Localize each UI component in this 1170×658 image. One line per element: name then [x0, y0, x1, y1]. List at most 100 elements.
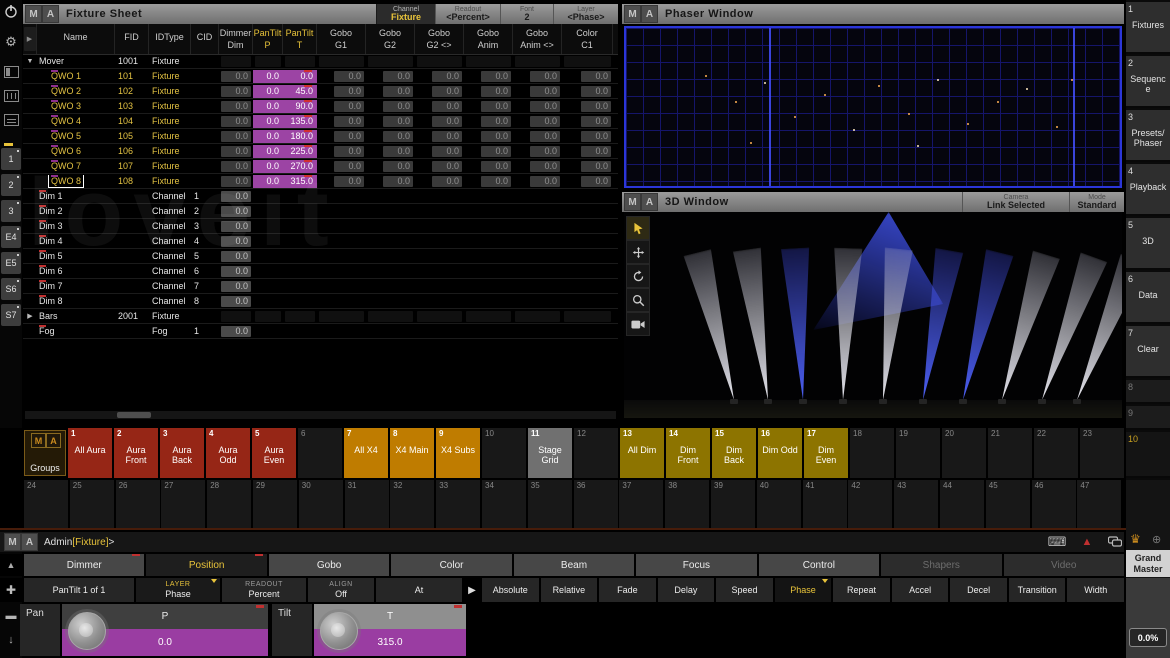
color1-cell[interactable] — [562, 235, 613, 248]
preset-type-focus[interactable]: Focus — [636, 554, 756, 576]
gobo2-index-cell[interactable]: 0.0 — [415, 175, 464, 188]
gobo2-index-cell[interactable]: 0.0 — [415, 70, 464, 83]
pan-cell[interactable]: 0.0 — [253, 85, 283, 98]
dimmer-cell[interactable]: 0.0 — [219, 85, 253, 98]
row-fid-cell[interactable] — [115, 205, 149, 218]
column-header-name[interactable]: Name — [37, 24, 115, 54]
gobo2-cell[interactable] — [366, 220, 415, 233]
tilt-encoder-knob[interactable] — [320, 612, 358, 650]
gobo2-index-cell[interactable]: 0.0 — [415, 145, 464, 158]
encoder-layer-phase[interactable]: Phase — [775, 578, 832, 602]
view-button-data[interactable]: 6Data — [1126, 272, 1170, 324]
row-cid-cell[interactable] — [191, 115, 219, 128]
gobo1-cell[interactable]: 0.0 — [317, 145, 366, 158]
view-button-empty[interactable]: 8 — [1126, 380, 1170, 404]
view-button-fixtures[interactable]: 1Fixtures — [1126, 2, 1170, 54]
expand-arrow-icon[interactable]: ▶ — [464, 578, 480, 602]
color1-cell[interactable]: 0.0 — [562, 130, 613, 143]
row-idtype-cell[interactable]: Channel — [149, 190, 191, 203]
group-cell-empty[interactable]: 23 — [1080, 428, 1125, 478]
column-header-expand[interactable]: ▶ — [23, 24, 37, 54]
column-header-c1[interactable]: ColorC1 — [562, 24, 613, 54]
row-name-cell[interactable]: QWO 4 — [37, 115, 115, 128]
gobo-anim-index-cell[interactable]: 0.0 — [513, 100, 562, 113]
pan-cell[interactable] — [253, 205, 283, 218]
gobo2-index-cell[interactable] — [415, 250, 464, 263]
pan-cell[interactable]: 0.0 — [253, 115, 283, 128]
dimmer-cell[interactable]: 0.0 — [219, 190, 253, 203]
dimmer-cell[interactable]: 0.0 — [219, 70, 253, 83]
gobo-anim-cell[interactable] — [464, 310, 513, 323]
screen-button-S7[interactable]: S7 — [1, 304, 21, 326]
row-name-cell[interactable]: QWO 3 — [37, 100, 115, 113]
mode-button[interactable]: Mode Standard — [1069, 192, 1124, 212]
pan-cell[interactable] — [253, 250, 283, 263]
row-idtype-cell[interactable]: Fixture — [149, 55, 191, 68]
row-cid-cell[interactable]: 1 — [191, 190, 219, 203]
group-cell-empty[interactable]: 44 — [940, 480, 985, 528]
pan-cell[interactable]: 0.0 — [253, 100, 283, 113]
pan-cell[interactable]: 0.0 — [253, 130, 283, 143]
group-cell-dim-back[interactable]: 15Dim Back — [712, 428, 757, 478]
gobo-anim-cell[interactable]: 0.0 — [464, 85, 513, 98]
dimmer-cell[interactable]: 0.0 — [219, 325, 253, 338]
gobo2-index-cell[interactable] — [415, 265, 464, 278]
tilt-cell[interactable] — [283, 250, 317, 263]
row-idtype-cell[interactable]: Fixture — [149, 175, 191, 188]
pan-cell[interactable] — [253, 190, 283, 203]
group-cell-empty[interactable]: 42 — [848, 480, 893, 528]
gobo1-cell[interactable]: 0.0 — [317, 115, 366, 128]
group-cell-empty[interactable]: 38 — [665, 480, 710, 528]
pan-cell[interactable] — [253, 55, 283, 68]
gobo1-cell[interactable]: 0.0 — [317, 130, 366, 143]
gobo-anim-cell[interactable] — [464, 190, 513, 203]
gobo2-cell[interactable]: 0.0 — [366, 85, 415, 98]
column-header-dim[interactable]: DimmerDim — [219, 24, 253, 54]
group-cell-empty[interactable]: 43 — [894, 480, 939, 528]
gobo2-index-cell[interactable] — [415, 205, 464, 218]
row-fid-cell[interactable]: 1001 — [115, 55, 149, 68]
preset-bar-up-icon[interactable]: ▲ — [0, 554, 22, 576]
row-name-cell[interactable]: Dim 2 — [37, 205, 115, 218]
row-fid-cell[interactable]: 105 — [115, 130, 149, 143]
horizontal-scrollbar[interactable] — [25, 411, 616, 419]
gobo-anim-index-cell[interactable]: 0.0 — [513, 160, 562, 173]
group-cell-empty[interactable]: 10 — [482, 428, 527, 478]
gobo2-cell[interactable] — [366, 205, 415, 218]
gobo1-cell[interactable] — [317, 55, 366, 68]
group-cell-x4-main[interactable]: 8X4 Main — [390, 428, 435, 478]
pan-cell[interactable]: 0.0 — [253, 70, 283, 83]
tilt-cell[interactable]: 315.0 — [283, 175, 317, 188]
color1-cell[interactable] — [562, 250, 613, 263]
row-fid-cell[interactable] — [115, 220, 149, 233]
at-button[interactable]: At — [376, 578, 462, 602]
color1-cell[interactable]: 0.0 — [562, 145, 613, 158]
row-fid-cell[interactable] — [115, 265, 149, 278]
row-cid-cell[interactable]: 6 — [191, 265, 219, 278]
group-cell-empty[interactable]: 47 — [1077, 480, 1122, 528]
select-tool-icon[interactable] — [626, 216, 650, 240]
dimmer-cell[interactable] — [219, 55, 253, 68]
zoom-tool-icon[interactable] — [626, 288, 650, 312]
color1-cell[interactable] — [562, 190, 613, 203]
font-size-button[interactable]: Font 2 — [500, 4, 553, 24]
layer-select-button[interactable]: LAYERPhase — [136, 578, 220, 602]
gobo1-cell[interactable] — [317, 190, 366, 203]
gobo-anim-index-cell[interactable] — [513, 205, 562, 218]
gobo2-index-cell[interactable]: 0.0 — [415, 130, 464, 143]
gobo-anim-cell[interactable]: 0.0 — [464, 115, 513, 128]
group-cell-empty[interactable]: 27 — [161, 480, 206, 528]
row-name-cell[interactable]: Fog — [37, 325, 115, 338]
tilt-cell[interactable] — [283, 325, 317, 338]
grand-master-button[interactable]: Grand Master — [1126, 550, 1170, 577]
group-cell-dim-even[interactable]: 17Dim Even — [804, 428, 849, 478]
column-header-anim[interactable]: GoboAnim — [464, 24, 513, 54]
row-name-cell[interactable]: Dim 8 — [37, 295, 115, 308]
gobo1-cell[interactable] — [317, 205, 366, 218]
gobo2-index-cell[interactable]: 0.0 — [415, 100, 464, 113]
tilt-cell[interactable] — [283, 235, 317, 248]
gobo-anim-cell[interactable] — [464, 235, 513, 248]
row-name-cell[interactable]: Mover — [37, 55, 115, 68]
row-name-cell[interactable]: Dim 7 — [37, 280, 115, 293]
scrollbar-handle[interactable] — [117, 412, 151, 418]
